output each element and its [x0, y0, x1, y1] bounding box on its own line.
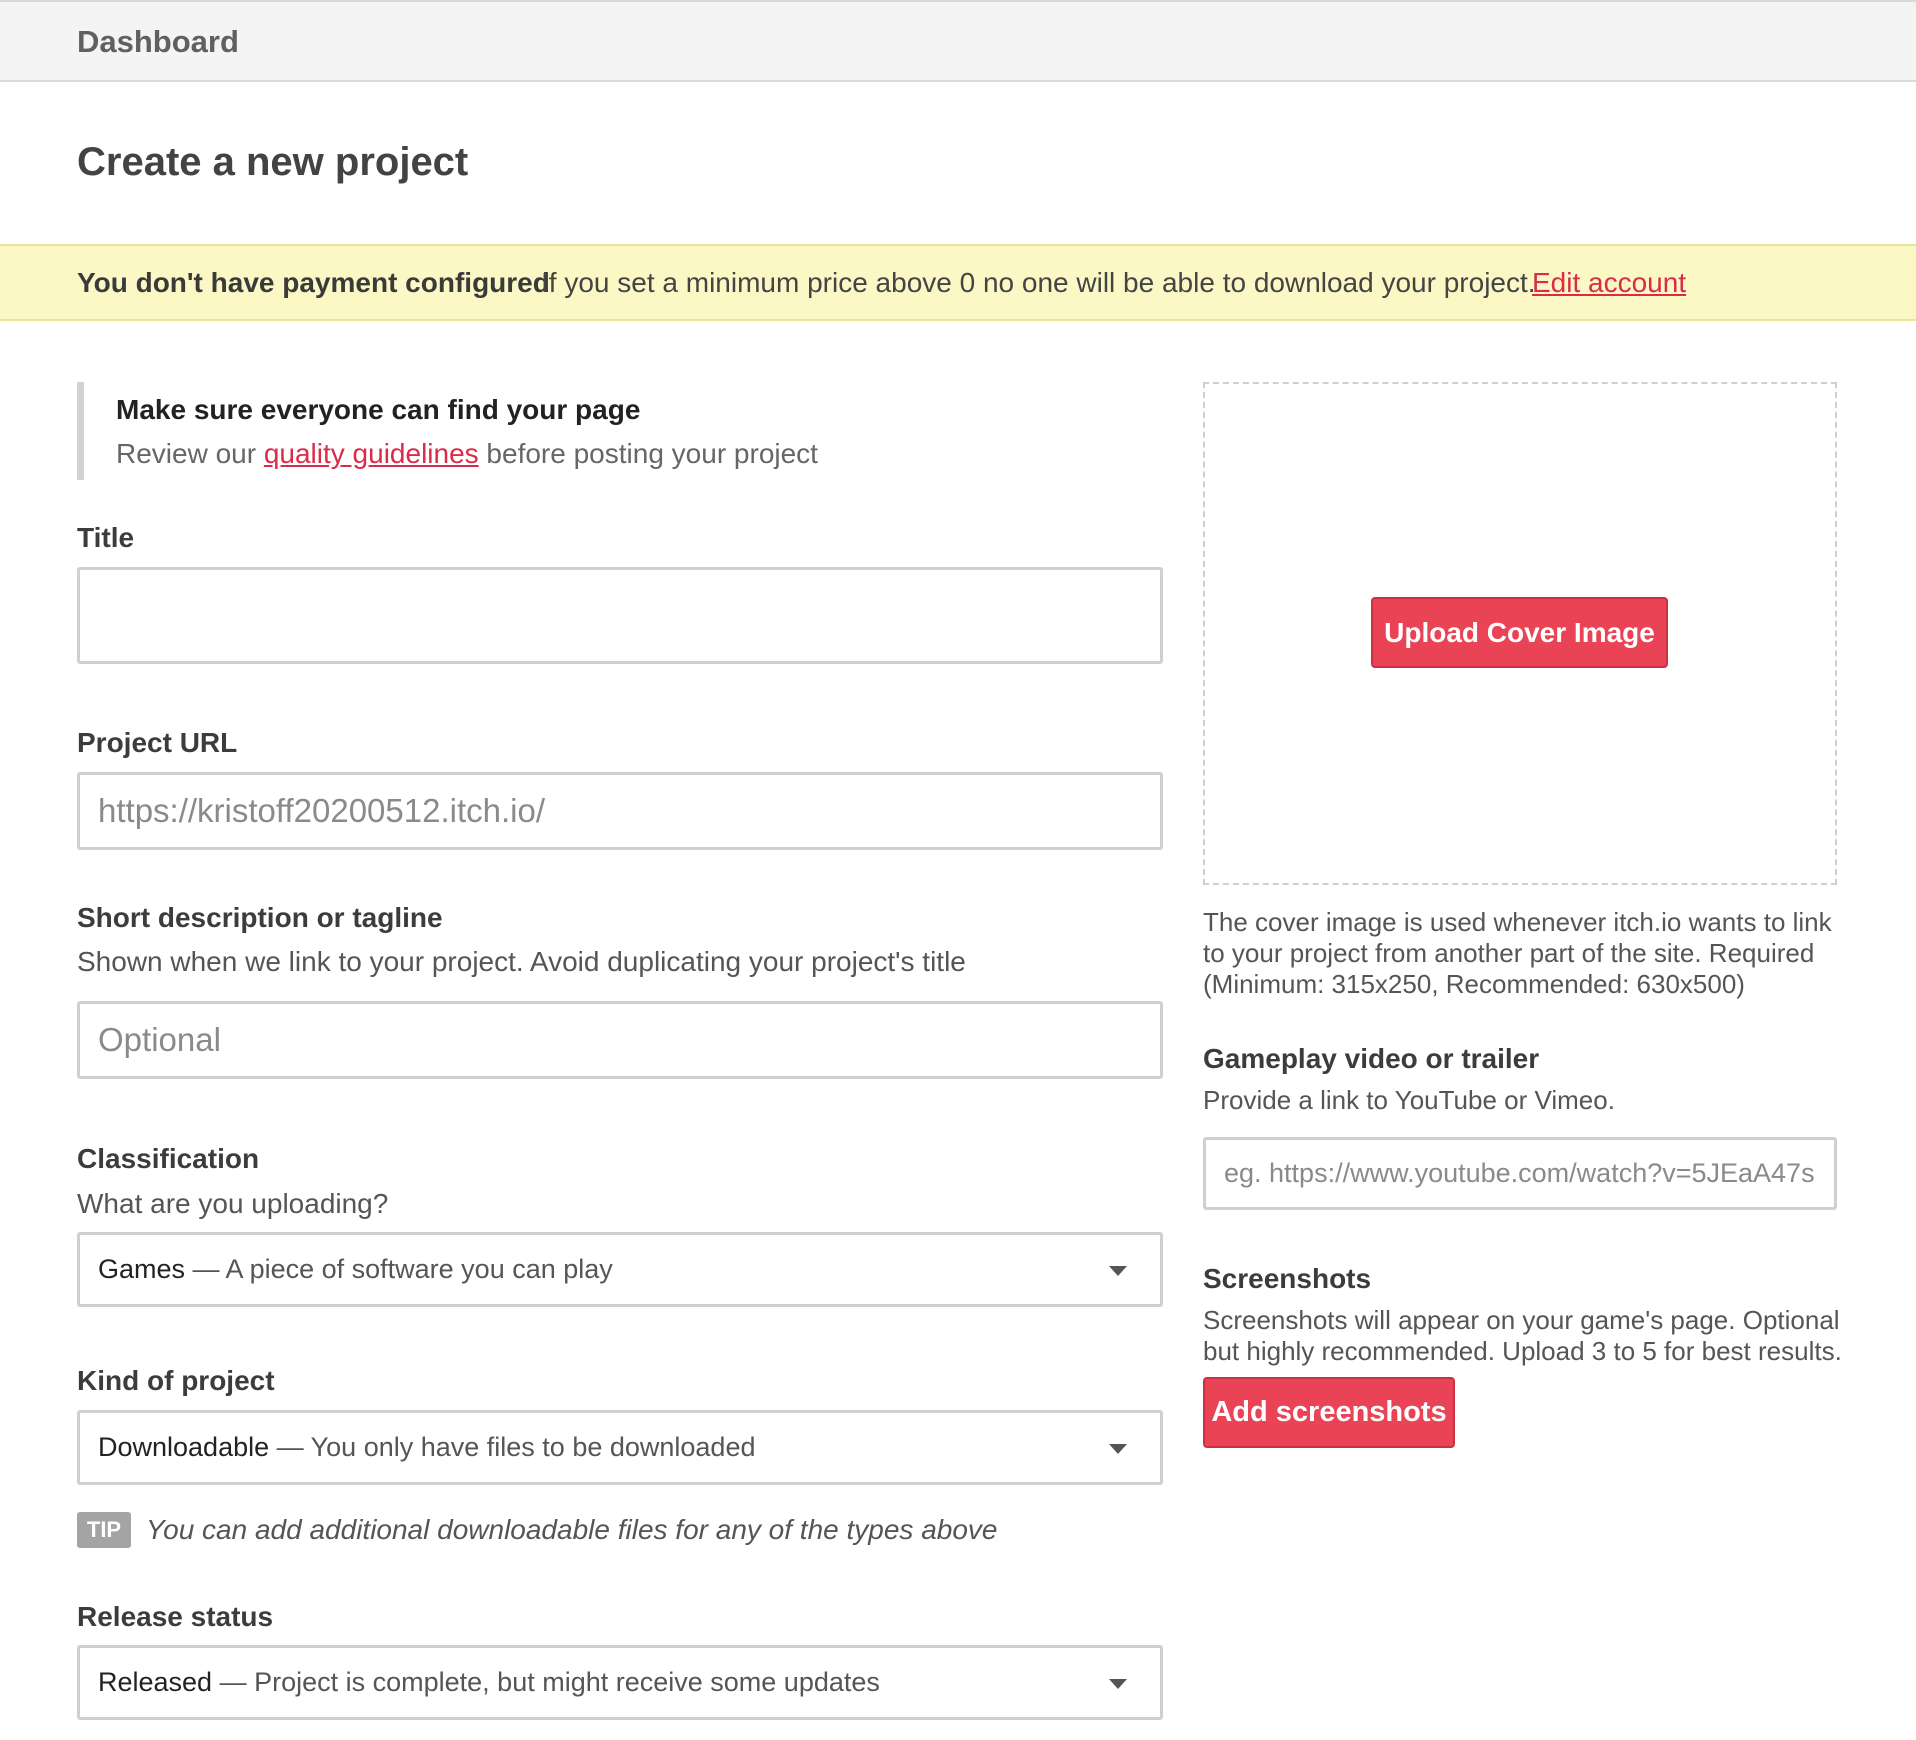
payment-warning-message: If you set a minimum price above 0 no on…	[541, 267, 1536, 298]
classification-help-text: What are you uploading?	[77, 1188, 389, 1219]
page-title: Create a new project	[77, 140, 469, 184]
top-navigation-bar: Dashboard	[0, 0, 1916, 82]
cover-image-help-text: The cover image is used whenever itch.io…	[1203, 907, 1832, 999]
project-url-input[interactable]	[77, 772, 1163, 850]
title-label: Title	[77, 522, 135, 553]
payment-warning-banner: You don't have payment configured If you…	[0, 244, 1916, 321]
kind-of-project-label: Kind of project	[77, 1365, 275, 1396]
classification-selected-value: Games	[98, 1254, 186, 1284]
kind-of-project-select[interactable]: Downloadable — You only have files to be…	[77, 1410, 1163, 1485]
payment-warning-title: You don't have payment configured	[77, 267, 550, 298]
quality-notice-title: Make sure everyone can find your page	[116, 394, 641, 425]
release-selected-description: — Project is complete, but might receive…	[212, 1667, 880, 1697]
classification-selected: Games — A piece of software you can play	[98, 1235, 613, 1304]
kind-selected-value: Downloadable	[98, 1432, 270, 1462]
kind-selected-description: — You only have files to be downloaded	[269, 1432, 756, 1462]
quality-guidelines-link[interactable]: quality guidelines	[264, 438, 479, 469]
gameplay-video-label: Gameplay video or trailer	[1203, 1043, 1540, 1074]
project-url-label: Project URL	[77, 727, 238, 758]
dashboard-link[interactable]: Dashboard	[77, 24, 239, 60]
release-selected-value: Released	[98, 1667, 213, 1697]
chevron-down-icon	[1109, 1444, 1127, 1454]
quality-notice-text: Review our quality guidelines before pos…	[116, 438, 977, 470]
quality-text-before: Review our	[116, 438, 264, 469]
tip-text: You can add additional downloadable file…	[146, 1514, 998, 1545]
tip-badge: TIP	[77, 1512, 131, 1548]
title-input[interactable]	[77, 567, 1163, 664]
release-status-label: Release status	[77, 1601, 274, 1632]
quality-text-after: before posting your project	[478, 438, 818, 469]
upload-cover-image-button[interactable]: Upload Cover Image	[1371, 597, 1668, 668]
tagline-help-text: Shown when we link to your project. Avoi…	[77, 946, 966, 977]
tagline-label: Short description or tagline	[77, 902, 443, 933]
classification-select[interactable]: Games — A piece of software you can play	[77, 1232, 1163, 1307]
gameplay-video-input[interactable]	[1203, 1137, 1837, 1210]
release-selected: Released — Project is complete, but migh…	[98, 1648, 880, 1717]
quality-guidelines-notice: Make sure everyone can find your page Re…	[77, 382, 977, 480]
screenshots-label: Screenshots	[1203, 1263, 1372, 1294]
add-screenshots-button[interactable]: Add screenshots	[1203, 1377, 1455, 1448]
classification-label: Classification	[77, 1143, 260, 1174]
chevron-down-icon	[1109, 1266, 1127, 1276]
classification-selected-description: — A piece of software you can play	[185, 1254, 613, 1284]
edit-account-link[interactable]: Edit account	[1532, 246, 1686, 319]
kind-selected: Downloadable — You only have files to be…	[98, 1413, 755, 1482]
tagline-input[interactable]	[77, 1001, 1163, 1079]
screenshots-help-text: Screenshots will appear on your game's p…	[1203, 1305, 1842, 1366]
chevron-down-icon	[1109, 1679, 1127, 1689]
release-status-select[interactable]: Released — Project is complete, but migh…	[77, 1645, 1163, 1720]
gameplay-video-help-text: Provide a link to YouTube or Vimeo.	[1203, 1085, 1615, 1115]
